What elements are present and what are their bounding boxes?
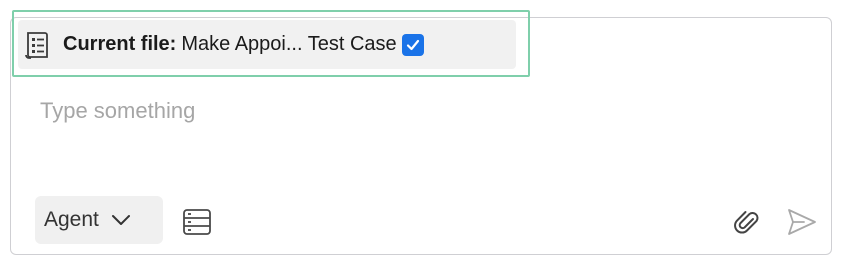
attach-button[interactable]: [732, 206, 762, 238]
send-icon: [788, 209, 816, 235]
database-icon: [183, 209, 211, 235]
chevron-down-icon: [111, 214, 131, 226]
send-button[interactable]: [786, 206, 818, 238]
message-input[interactable]: [40, 98, 800, 168]
checkmark-icon: [406, 39, 419, 50]
mode-label: Agent: [44, 208, 99, 231]
mode-selector[interactable]: Agent: [35, 196, 163, 244]
database-button[interactable]: [180, 205, 214, 239]
include-file-checkbox[interactable]: [401, 33, 424, 56]
current-file-label: Current file:: [63, 33, 177, 55]
current-file-name: Make Appoi... Test Case: [181, 33, 397, 55]
current-file-chip[interactable]: Current file: Make Appoi... Test Case: [18, 20, 516, 69]
paperclip-icon: [734, 211, 759, 234]
test-case-icon: [24, 30, 52, 60]
